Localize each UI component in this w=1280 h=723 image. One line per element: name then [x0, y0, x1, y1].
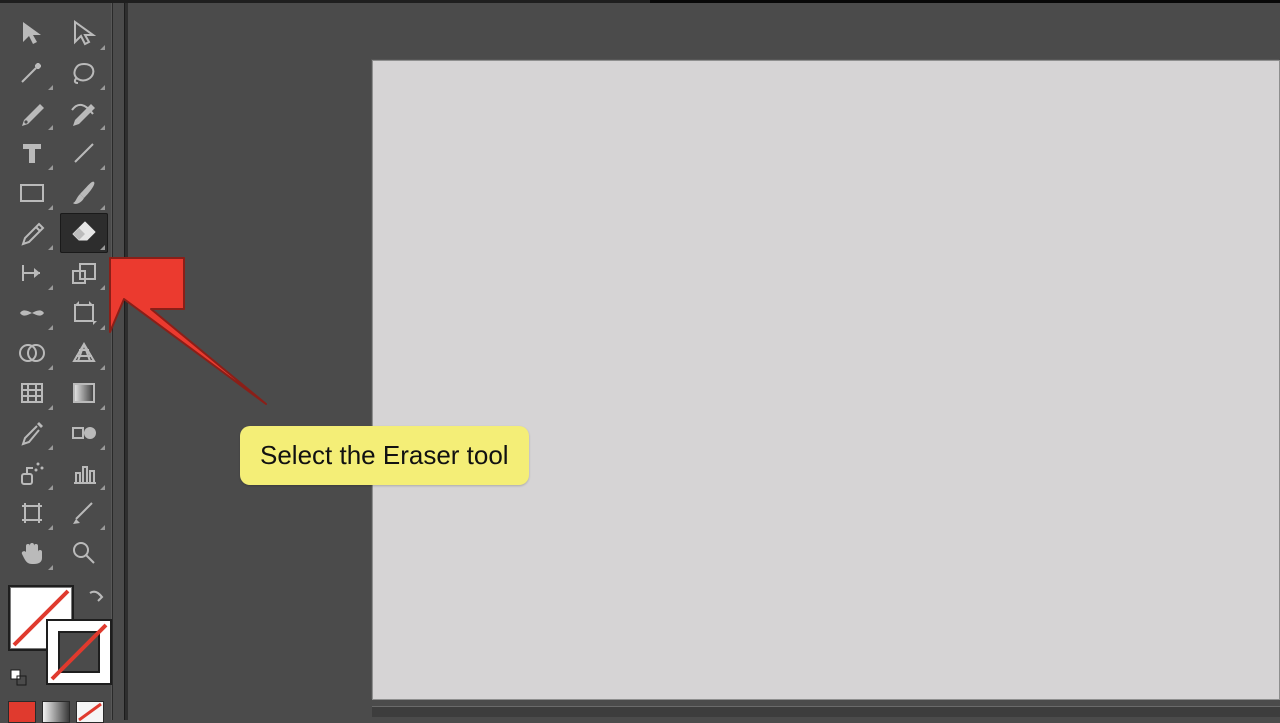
- tools-panel: [0, 3, 113, 720]
- magic-wand-tool-icon: [18, 60, 46, 86]
- vertical-ruler: [124, 3, 128, 720]
- mesh-tool-icon: [19, 381, 45, 405]
- magic-wand-tool[interactable]: [8, 53, 56, 93]
- eyedropper-tool[interactable]: [8, 413, 56, 453]
- pen-tool[interactable]: [8, 93, 56, 133]
- gradient-tool-icon: [71, 381, 97, 405]
- lasso-tool-icon: [70, 61, 98, 85]
- blend-tool-icon: [70, 422, 98, 444]
- annotation-arrow-icon: [106, 254, 276, 414]
- width-tool[interactable]: [8, 293, 56, 333]
- rectangle-tool-icon: [18, 182, 46, 204]
- shape-builder-tool-icon: [18, 342, 46, 364]
- type-tool-icon: [20, 141, 44, 165]
- annotation-callout-text: Select the Eraser tool: [260, 440, 509, 470]
- pencil-tool[interactable]: [8, 213, 56, 253]
- annotation-callout: Select the Eraser tool: [240, 426, 529, 485]
- eraser-tool-icon: [69, 220, 99, 246]
- eraser-tool[interactable]: [60, 213, 108, 253]
- slice-tool[interactable]: [60, 493, 108, 533]
- scale-tool-icon: [71, 261, 97, 285]
- line-segment-tool-icon: [71, 140, 97, 166]
- zoom-tool-icon: [71, 540, 97, 566]
- gradient-tool[interactable]: [60, 373, 108, 413]
- pencil-tool-icon: [19, 220, 45, 246]
- hand-tool[interactable]: [8, 533, 56, 573]
- symbol-sprayer-tool[interactable]: [8, 453, 56, 493]
- slice-tool-icon: [70, 500, 98, 526]
- scale-tool[interactable]: [60, 253, 108, 293]
- type-tool[interactable]: [8, 133, 56, 173]
- column-graph-tool-icon: [71, 461, 97, 485]
- direct-selection-tool[interactable]: [60, 13, 108, 53]
- hand-tool-icon: [19, 540, 45, 566]
- lasso-tool[interactable]: [60, 53, 108, 93]
- rectangle-tool[interactable]: [8, 173, 56, 213]
- canvas-bottom-shadow: [372, 706, 1280, 717]
- selection-tool-icon: [20, 20, 44, 46]
- curvature-tool-icon: [69, 100, 99, 126]
- free-transform-tool[interactable]: [60, 293, 108, 333]
- selection-tool[interactable]: [8, 13, 56, 53]
- perspective-grid-tool-icon: [71, 341, 97, 365]
- swap-fill-stroke-icon[interactable]: [86, 587, 108, 609]
- paintbrush-tool-icon: [70, 180, 98, 206]
- eyedropper-tool-icon: [19, 420, 45, 446]
- width-tool-icon: [18, 302, 46, 324]
- rotate-tool[interactable]: [8, 253, 56, 293]
- rotate-tool-icon: [18, 261, 46, 285]
- curvature-tool[interactable]: [60, 93, 108, 133]
- artboard-tool[interactable]: [8, 493, 56, 533]
- artboard-canvas[interactable]: [372, 60, 1280, 700]
- app-topbar: [0, 0, 1280, 3]
- direct-selection-tool-icon: [72, 20, 96, 46]
- column-graph-tool[interactable]: [60, 453, 108, 493]
- blend-tool[interactable]: [60, 413, 108, 453]
- stroke-color-swatch[interactable]: [46, 619, 112, 685]
- line-segment-tool[interactable]: [60, 133, 108, 173]
- symbol-sprayer-tool-icon: [18, 460, 46, 486]
- mesh-tool[interactable]: [8, 373, 56, 413]
- free-transform-tool-icon: [71, 301, 97, 325]
- artboard-tool-icon: [19, 500, 45, 526]
- perspective-grid-tool[interactable]: [60, 333, 108, 373]
- default-fill-stroke-icon[interactable]: [10, 669, 28, 687]
- zoom-tool[interactable]: [60, 533, 108, 573]
- pen-tool-icon: [18, 100, 46, 126]
- fill-stroke-swatches: [8, 585, 108, 685]
- shape-builder-tool[interactable]: [8, 333, 56, 373]
- paintbrush-tool[interactable]: [60, 173, 108, 213]
